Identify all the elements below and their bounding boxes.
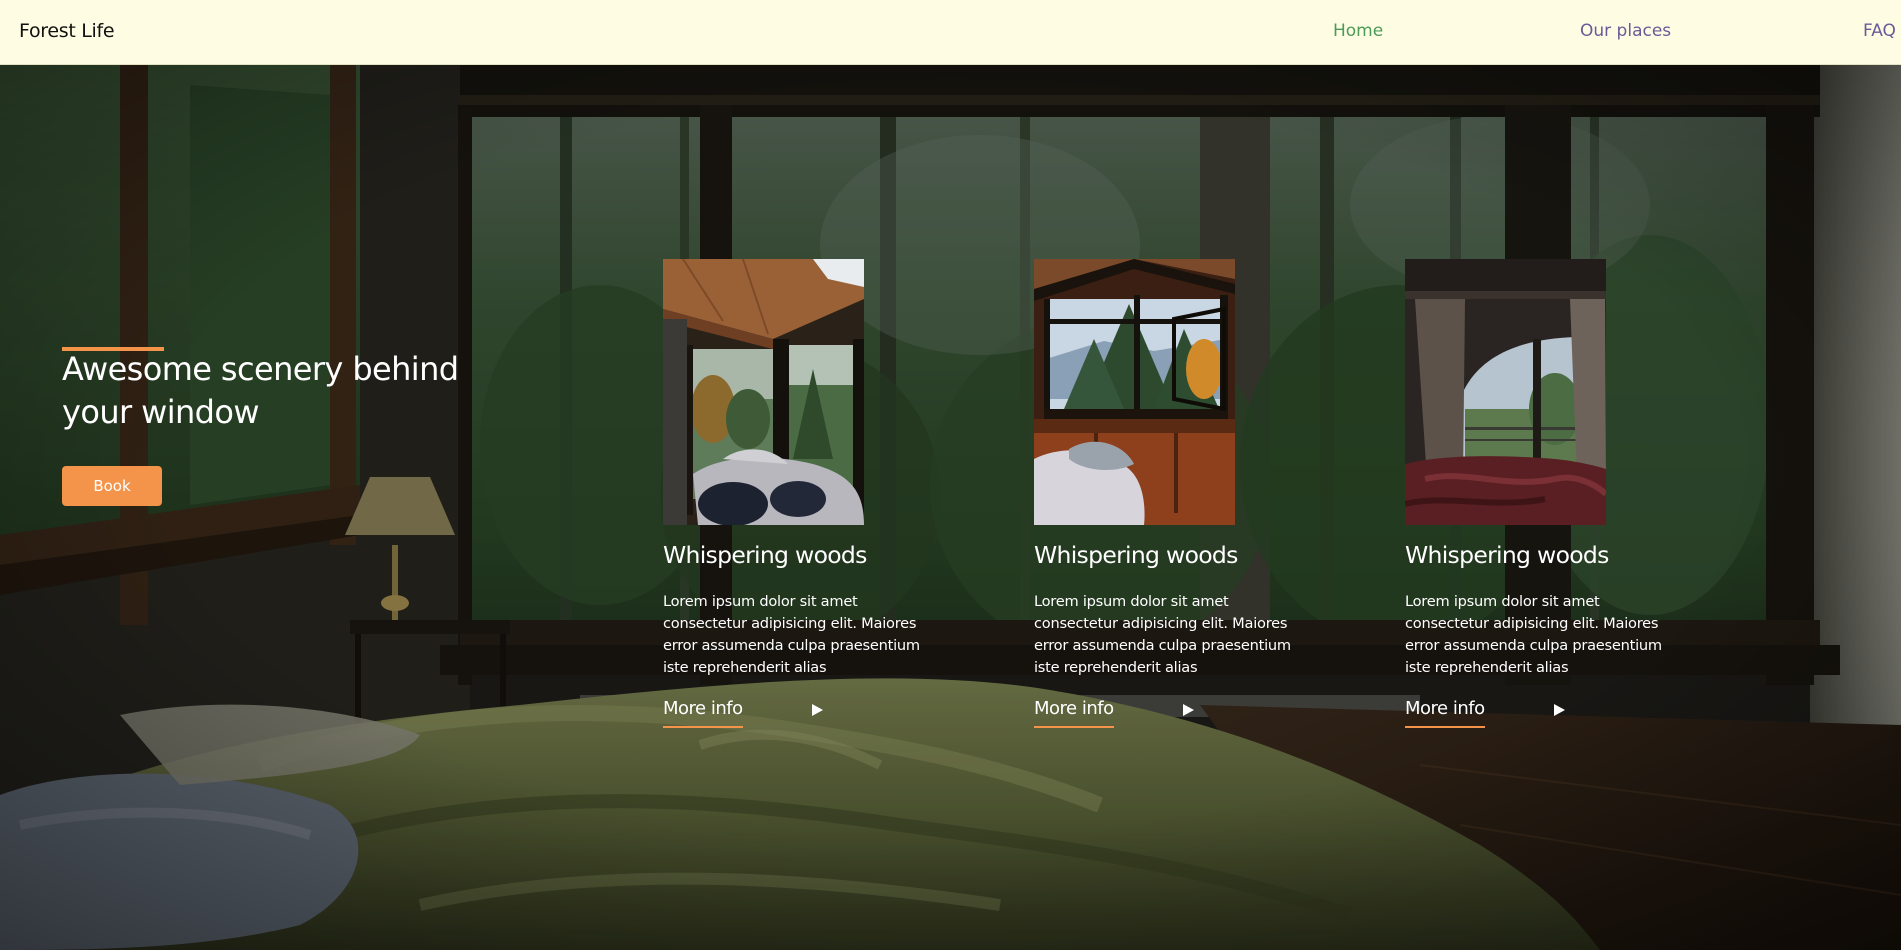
- top-navbar: Forest Life Home Our places FAQ: [0, 0, 1901, 65]
- hero-section: Awesome scenery behind your window Book: [0, 65, 1901, 950]
- more-info-label[interactable]: More info: [1405, 698, 1485, 719]
- book-button[interactable]: Book: [62, 466, 162, 506]
- more-info-link[interactable]: More info: [1034, 698, 1194, 730]
- play-arrow-icon[interactable]: [812, 704, 823, 716]
- card-image-corner-window[interactable]: [663, 259, 864, 525]
- play-arrow-icon[interactable]: [1554, 704, 1565, 716]
- play-arrow-icon[interactable]: [1183, 704, 1194, 716]
- card-image-open-window[interactable]: [1034, 259, 1235, 525]
- brand-logo[interactable]: Forest Life: [19, 20, 115, 42]
- card-description: Lorem ipsum dolor sit amet consectetur a…: [1034, 593, 1291, 676]
- more-info-label[interactable]: More info: [663, 698, 743, 719]
- more-info-link[interactable]: More info: [663, 698, 823, 730]
- nav-link-home[interactable]: Home: [1333, 21, 1383, 41]
- hero-background-image: [0, 65, 1901, 950]
- hero-title: Awesome scenery behind your window: [62, 350, 459, 431]
- nav-link-faq[interactable]: FAQ: [1863, 21, 1896, 41]
- card-description: Lorem ipsum dolor sit amet consectetur a…: [663, 593, 920, 676]
- card-image-arched-window[interactable]: [1405, 259, 1606, 525]
- card-description: Lorem ipsum dolor sit amet consectetur a…: [1405, 593, 1662, 676]
- card-title: Whispering woods: [1405, 541, 1609, 569]
- card-title: Whispering woods: [663, 541, 867, 569]
- nav-link-our-places[interactable]: Our places: [1580, 21, 1671, 41]
- more-info-underline: [663, 726, 743, 728]
- card-title: Whispering woods: [1034, 541, 1238, 569]
- more-info-link[interactable]: More info: [1405, 698, 1565, 730]
- more-info-underline: [1405, 726, 1485, 728]
- more-info-underline: [1034, 726, 1114, 728]
- more-info-label[interactable]: More info: [1034, 698, 1114, 719]
